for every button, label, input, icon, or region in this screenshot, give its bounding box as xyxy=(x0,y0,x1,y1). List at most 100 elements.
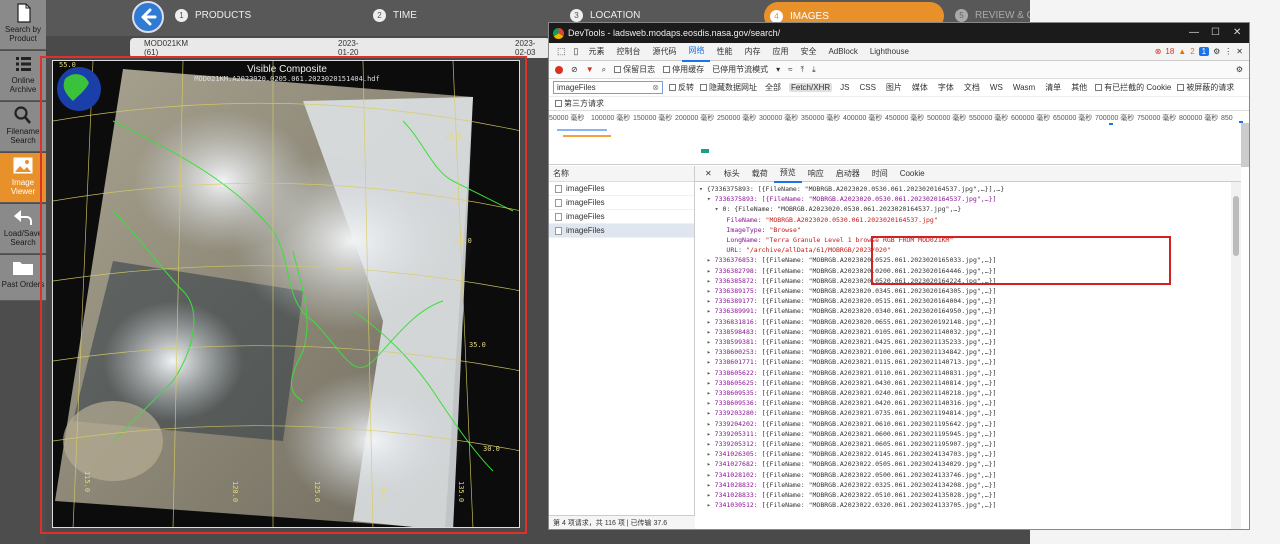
tab-performance[interactable]: 性能 xyxy=(710,43,738,61)
tab-payload[interactable]: 载荷 xyxy=(746,166,774,182)
request-row[interactable]: imageFiles xyxy=(549,224,694,238)
json-row[interactable]: ▸ 7339205312: [{FileName: "MOBRGB.A20230… xyxy=(699,439,1241,449)
json-row[interactable]: ▸ 7341030512: [{FileName: "MOBRGB.A20230… xyxy=(699,500,1241,510)
scroll-thumb[interactable] xyxy=(1233,196,1239,256)
json-row[interactable]: ▸ 7339205311: [{FileName: "MOBRGB.A20230… xyxy=(699,429,1241,439)
json-row[interactable]: ▸ 7341028102: [{FileName: "MOBRGB.A20230… xyxy=(699,470,1241,480)
record-icon[interactable] xyxy=(555,65,563,74)
filter-type-fetch-xhr[interactable]: Fetch/XHR xyxy=(789,83,833,92)
json-row[interactable]: ▸ 7336389991: [{FileName: "MOBRGB.A20230… xyxy=(699,306,1241,316)
tab-network[interactable]: 网络 xyxy=(682,42,711,62)
hide-data-urls-checkbox[interactable]: 隐藏数据网址 xyxy=(700,82,757,93)
third-party-row: 第三方请求 xyxy=(549,97,1249,111)
tab-initiator[interactable]: 启动器 xyxy=(830,166,866,182)
json-row[interactable]: ▸ 7341028832: [{FileName: "MOBRGB.A20230… xyxy=(699,480,1241,490)
download-icon[interactable]: ⤓ xyxy=(812,65,816,75)
more-icon[interactable]: ⋮ xyxy=(1224,47,1232,56)
json-row-id: 7338605622 xyxy=(714,368,754,377)
timeline-scrollbar[interactable] xyxy=(1241,123,1249,167)
clear-icon[interactable]: ⊘ xyxy=(571,65,578,74)
tab-memory[interactable]: 内存 xyxy=(738,43,766,61)
json-row[interactable]: ▸ 7338599381: [{FileName: "MOBRGB.A20230… xyxy=(699,337,1241,347)
invert-checkbox[interactable]: 反转 xyxy=(669,82,694,93)
back-button[interactable] xyxy=(132,1,164,33)
json-row[interactable]: ▸ 7338598483: [{FileName: "MOBRGB.A20230… xyxy=(699,327,1241,337)
satellite-image-viewer[interactable]: Visible Composite MOD021KM.A2023020.0205… xyxy=(52,60,520,528)
preserve-log-checkbox[interactable]: 保留日志 xyxy=(614,64,655,75)
issue-badges[interactable]: ⊗ 18 ▲ 2 1 ⚙ ⋮ ✕ xyxy=(1155,47,1249,56)
network-settings-icon[interactable]: ⚙ xyxy=(1236,65,1249,74)
inspect-icon[interactable]: ⬚ xyxy=(553,46,570,57)
json-row[interactable]: ▸ 7338609535: [{FileName: "MOBRGB.A20230… xyxy=(699,388,1241,398)
third-party-checkbox[interactable]: 第三方请求 xyxy=(555,98,604,109)
filter-type-all[interactable]: 全部 xyxy=(763,82,783,93)
blocked-cookies-checkbox[interactable]: 有已拦截的 Cookie xyxy=(1095,82,1171,93)
device-toolbar-icon[interactable]: ▯ xyxy=(570,46,583,57)
filter-type-wasm[interactable]: Wasm xyxy=(1011,83,1037,92)
request-row[interactable]: imageFiles xyxy=(549,196,694,210)
disable-cache-checkbox[interactable]: 停用缓存 xyxy=(663,64,704,75)
filter-type-other[interactable]: 其他 xyxy=(1069,82,1089,93)
blocked-requests-checkbox[interactable]: 被屏蔽的请求 xyxy=(1177,82,1234,93)
json-row[interactable]: ▸ 7338605625: [{FileName: "MOBRGB.A20230… xyxy=(699,378,1241,388)
tab-headers[interactable]: 标头 xyxy=(718,166,746,182)
filter-type-font[interactable]: 字体 xyxy=(936,82,956,93)
json-row[interactable]: ▸ 7339204202: [{FileName: "MOBRGB.A20230… xyxy=(699,419,1241,429)
filter-input[interactable]: imageFiles ⊗ xyxy=(553,81,663,94)
tab-preview[interactable]: 预览 xyxy=(773,165,802,183)
request-row[interactable]: imageFiles xyxy=(549,182,694,196)
tab-sources[interactable]: 源代码 xyxy=(646,43,682,61)
detail-scrollbar[interactable] xyxy=(1231,182,1241,529)
tab-timing[interactable]: 时间 xyxy=(866,166,894,182)
tab-cookies[interactable]: Cookie xyxy=(894,166,931,182)
network-timeline[interactable]: 50000 毫秒 100000 毫秒 150000 毫秒 200000 毫秒 25000… xyxy=(549,111,1249,165)
tab-lighthouse[interactable]: Lighthouse xyxy=(864,43,915,61)
minimize-icon[interactable]: — xyxy=(1189,27,1199,38)
request-row[interactable]: imageFiles xyxy=(549,210,694,224)
wizard-step-time[interactable]: 2 TIME xyxy=(373,9,417,22)
info-count: 1 xyxy=(1198,47,1210,56)
json-row[interactable]: ▸ 7341026305: [{FileName: "MOBRGB.A20230… xyxy=(699,449,1241,459)
json-row[interactable]: ▸ 7341027682: [{FileName: "MOBRGB.A20230… xyxy=(699,459,1241,469)
close-detail-icon[interactable]: ✕ xyxy=(699,166,718,182)
throttle-select[interactable]: 已停用节流模式 xyxy=(712,64,768,75)
tab-security[interactable]: 安全 xyxy=(794,43,822,61)
json-row[interactable]: ▸ 7338601771: [{FileName: "MOBRGB.A20230… xyxy=(699,357,1241,367)
filter-type-img[interactable]: 图片 xyxy=(884,82,904,93)
json-row[interactable]: ▸ 7336389177: [{FileName: "MOBRGB.A20230… xyxy=(699,296,1241,306)
json-row[interactable]: ▸ 7336389175: [{FileName: "MOBRGB.A20230… xyxy=(699,286,1241,296)
wizard-step-location[interactable]: 3 LOCATION xyxy=(570,9,640,22)
json-row[interactable]: ▸ 7338609536: [{FileName: "MOBRGB.A20230… xyxy=(699,398,1241,408)
json-row[interactable]: ▸ 7338605622: [{FileName: "MOBRGB.A20230… xyxy=(699,368,1241,378)
wifi-icon[interactable]: ≈ xyxy=(788,65,792,74)
close-icon[interactable]: ✕ xyxy=(1233,27,1241,38)
tab-console[interactable]: 控制台 xyxy=(610,43,646,61)
upload-icon[interactable]: ⤒ xyxy=(801,65,805,75)
wizard-step-products[interactable]: 1 PRODUCTS xyxy=(175,9,251,22)
filter-type-doc[interactable]: 文档 xyxy=(962,82,982,93)
json-root[interactable]: ▾ {7336375893: [{FileName: "MOBRGB.A2023… xyxy=(699,184,1241,194)
tab-application[interactable]: 应用 xyxy=(766,43,794,61)
tab-response[interactable]: 响应 xyxy=(802,166,830,182)
filter-type-manifest[interactable]: 清单 xyxy=(1043,82,1063,93)
close-devtools-icon[interactable]: ✕ xyxy=(1236,47,1243,56)
tab-elements[interactable]: 元素 xyxy=(582,43,610,61)
json-preview[interactable]: ▾ {7336375893: [{FileName: "MOBRGB.A2023… xyxy=(695,182,1241,511)
json-row[interactable]: ▸ 7341028833: [{FileName: "MOBRGB.A20230… xyxy=(699,490,1241,500)
sidebar-item-search-by-product[interactable]: Search by Product xyxy=(0,0,46,50)
gear-icon[interactable]: ⚙ xyxy=(1213,47,1220,56)
clear-filter-icon[interactable]: ⊗ xyxy=(652,82,659,93)
filter-type-ws[interactable]: WS xyxy=(988,83,1005,92)
json-row[interactable]: ▸ 7339203280: [{FileName: "MOBRGB.A20230… xyxy=(699,408,1241,418)
filter-icon[interactable]: ▼ xyxy=(586,65,594,74)
json-row[interactable]: ▸ 7336831816: [{FileName: "MOBRGB.A20230… xyxy=(699,317,1241,327)
json-expanded-key[interactable]: ▾ 7336375893: [{FileName: "MOBRGB.A20230… xyxy=(699,194,1241,204)
filter-type-js[interactable]: JS xyxy=(838,83,851,92)
filter-type-css[interactable]: CSS xyxy=(857,83,877,92)
tab-adblock[interactable]: AdBlock xyxy=(822,43,863,61)
json-expanded-item[interactable]: ▾ 0: {FileName: "MOBRGB.A2023020.0530.06… xyxy=(699,204,1241,214)
search-icon[interactable]: ⌕ xyxy=(602,65,606,75)
maximize-icon[interactable]: ☐ xyxy=(1211,27,1220,38)
filter-type-media[interactable]: 媒体 xyxy=(910,82,930,93)
json-row[interactable]: ▸ 7338600253: [{FileName: "MOBRGB.A20230… xyxy=(699,347,1241,357)
